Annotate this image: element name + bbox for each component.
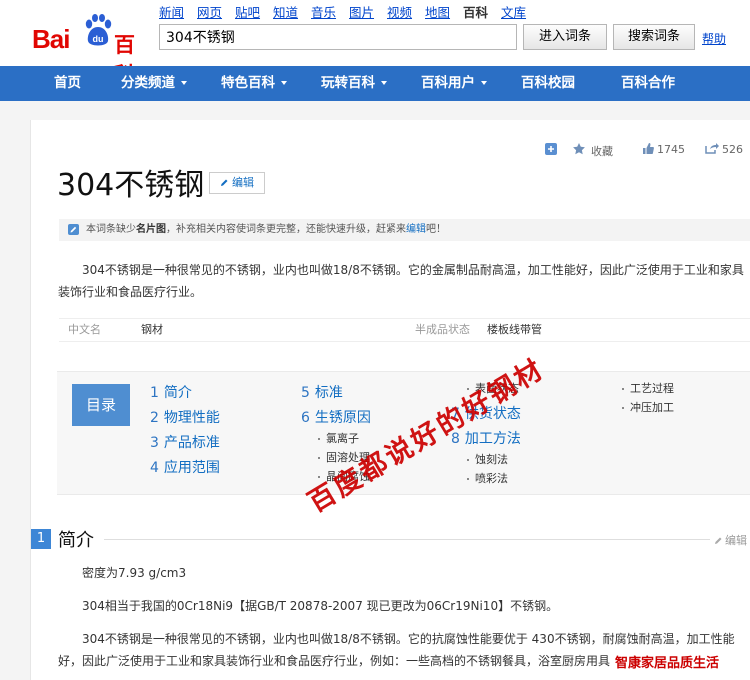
enter-entry-button[interactable]: 进入词条 — [523, 24, 607, 50]
notice-bar: 本词条缺少名片图，补充相关内容使词条更完整，还能快速升级，赶紧来编辑吧！ — [59, 219, 750, 241]
toc-item-2[interactable]: 2 物理性能 — [150, 407, 220, 427]
edit-button[interactable]: 编辑 — [209, 172, 265, 194]
section-paragraph: 304相当于我国的0Cr18Ni9【据GB/T 20878-2007 现已更改为… — [82, 599, 559, 613]
page-title: 304不锈钢 — [57, 168, 205, 203]
chevron-down-icon — [181, 81, 187, 85]
notice-edit-link[interactable]: 编辑 — [406, 224, 426, 235]
nav-link-zhidao[interactable]: 知道 — [273, 5, 298, 20]
baidu-baike-logo[interactable]: Bai du 百科 — [32, 12, 152, 87]
thumbs-up-icon[interactable] — [642, 142, 654, 155]
nav-link-images[interactable]: 图片 — [349, 5, 374, 20]
nav-link-tieba[interactable]: 贴吧 — [235, 5, 260, 20]
nav-link-news[interactable]: 新闻 — [159, 5, 184, 20]
basic-info-value: 楼板线带管 — [487, 323, 542, 336]
mainnav-category[interactable]: 分类频道 — [121, 66, 187, 101]
nav-link-video[interactable]: 视频 — [387, 5, 412, 20]
basic-info-key: 半成品状态 — [415, 323, 470, 336]
mainnav-users[interactable]: 百科用户 — [421, 66, 487, 101]
main-nav: 首页 分类频道 特色百科 玩转百科 百科用户 百科校园 百科合作 — [0, 66, 750, 101]
paw-icon: du — [85, 14, 112, 46]
search-entry-button[interactable]: 搜索词条 — [613, 24, 695, 50]
logo-text-bai: Bai — [32, 24, 70, 54]
toc-subitem[interactable]: 工艺过程 — [622, 380, 674, 396]
nav-link-baike[interactable]: 百科 — [463, 5, 488, 20]
share-count: 526 — [722, 143, 743, 156]
nav-link-music[interactable]: 音乐 — [311, 5, 336, 20]
edit-notice-icon — [68, 224, 79, 235]
plus-icon[interactable] — [545, 143, 557, 155]
basic-info-key: 中文名 — [68, 323, 101, 336]
mainnav-play[interactable]: 玩转百科 — [321, 66, 387, 101]
search-input[interactable] — [159, 24, 517, 50]
toc-subitem[interactable]: 蚀刻法 — [467, 451, 508, 467]
summary-paragraph: 304不锈钢是一种很常见的不锈钢，业内也叫做18/8不锈钢。它的金属制品耐高温，… — [58, 263, 744, 299]
pencil-icon — [715, 537, 722, 544]
toc-item-1[interactable]: 1 简介 — [150, 382, 192, 402]
basic-info-table: 中文名 钢材 半成品状态 楼板线带管 — [59, 318, 750, 342]
chevron-down-icon — [381, 81, 387, 85]
section-paragraph: 密度为7.93 g/cm3 — [82, 566, 187, 580]
collect-link[interactable]: 收藏 — [591, 143, 613, 159]
section-title: 简介 — [58, 530, 94, 551]
toc-item-6[interactable]: 6 生锈原因 — [301, 407, 371, 427]
mainnav-campus[interactable]: 百科校园 — [521, 66, 575, 101]
mainnav-featured[interactable]: 特色百科 — [221, 66, 287, 101]
toc-item-4[interactable]: 4 应用范围 — [150, 457, 220, 477]
bottom-watermark: 智康家居品质生活 — [615, 656, 720, 671]
section-divider — [104, 539, 710, 540]
basic-info-value: 钢材 — [141, 323, 163, 336]
chevron-down-icon — [281, 81, 287, 85]
nav-link-web[interactable]: 网页 — [197, 5, 222, 20]
top-nav-links: 新闻 网页 贴吧 知道 音乐 图片 视频 地图 百科 文库 — [159, 2, 535, 21]
toc-subitem[interactable]: 氯离子 — [318, 430, 359, 446]
svg-text:du: du — [93, 34, 104, 44]
nav-link-map[interactable]: 地图 — [425, 5, 450, 20]
chevron-down-icon — [481, 81, 487, 85]
section-number: 1 — [31, 529, 51, 549]
toc-subitem[interactable]: 冲压加工 — [622, 399, 674, 415]
section-edit-button[interactable]: 编辑 — [714, 532, 747, 548]
toc-label: 目录 — [72, 384, 130, 426]
toc-item-5[interactable]: 5 标准 — [301, 382, 343, 402]
star-icon[interactable] — [572, 142, 586, 156]
like-count: 1745 — [657, 143, 685, 156]
toc-subitem[interactable]: 喷彩法 — [467, 470, 508, 486]
nav-link-wenku[interactable]: 文库 — [501, 5, 526, 20]
help-link[interactable]: 帮助 — [702, 30, 726, 47]
mainnav-home[interactable]: 首页 — [54, 66, 81, 101]
toc-item-3[interactable]: 3 产品标准 — [150, 432, 220, 452]
pencil-icon — [221, 179, 228, 186]
mainnav-cooperation[interactable]: 百科合作 — [621, 66, 675, 101]
share-icon[interactable] — [705, 142, 719, 154]
